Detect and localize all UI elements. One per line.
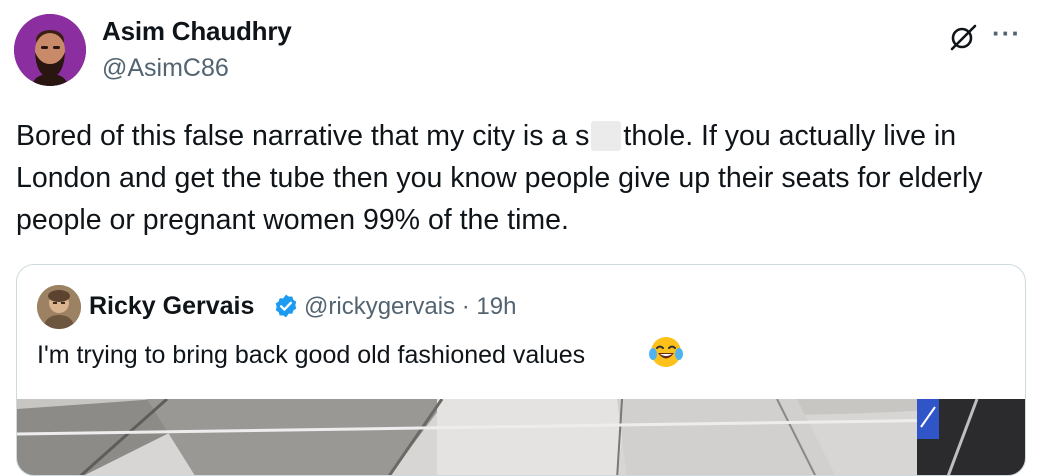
- quoted-handle-time[interactable]: @rickygervais · 19h: [304, 293, 516, 321]
- grok-icon[interactable]: [948, 22, 978, 52]
- quoted-tweet[interactable]: Ricky Gervais @rickygervais · 19h I'm tr…: [16, 264, 1026, 476]
- more-options-icon[interactable]: ···: [992, 18, 1021, 49]
- tweet-text-part-1: Bored of this false narrative that my ci…: [16, 120, 590, 152]
- quoted-author-avatar[interactable]: [37, 285, 81, 329]
- tweet-card: Asim Chaudhry @AsimC86 ··· Bored of this…: [0, 0, 1043, 476]
- redaction-blur: [591, 121, 622, 151]
- cartoon-avatar-icon: [37, 285, 81, 329]
- tweet-text: Bored of this false narrative that my ci…: [16, 115, 1026, 241]
- bearded-man-avatar-icon: [14, 14, 86, 86]
- quoted-tweet-text: I'm trying to bring back good old fashio…: [37, 341, 586, 369]
- author-avatar[interactable]: [14, 14, 86, 86]
- tube-ceiling-photo[interactable]: [17, 399, 1025, 476]
- author-handle[interactable]: @AsimC86: [102, 54, 229, 83]
- verified-badge-icon: [275, 294, 297, 318]
- author-name[interactable]: Asim Chaudhry: [102, 16, 292, 47]
- quoted-author-name[interactable]: Ricky Gervais: [89, 292, 254, 321]
- laughing-crying-emoji-icon: [649, 337, 683, 367]
